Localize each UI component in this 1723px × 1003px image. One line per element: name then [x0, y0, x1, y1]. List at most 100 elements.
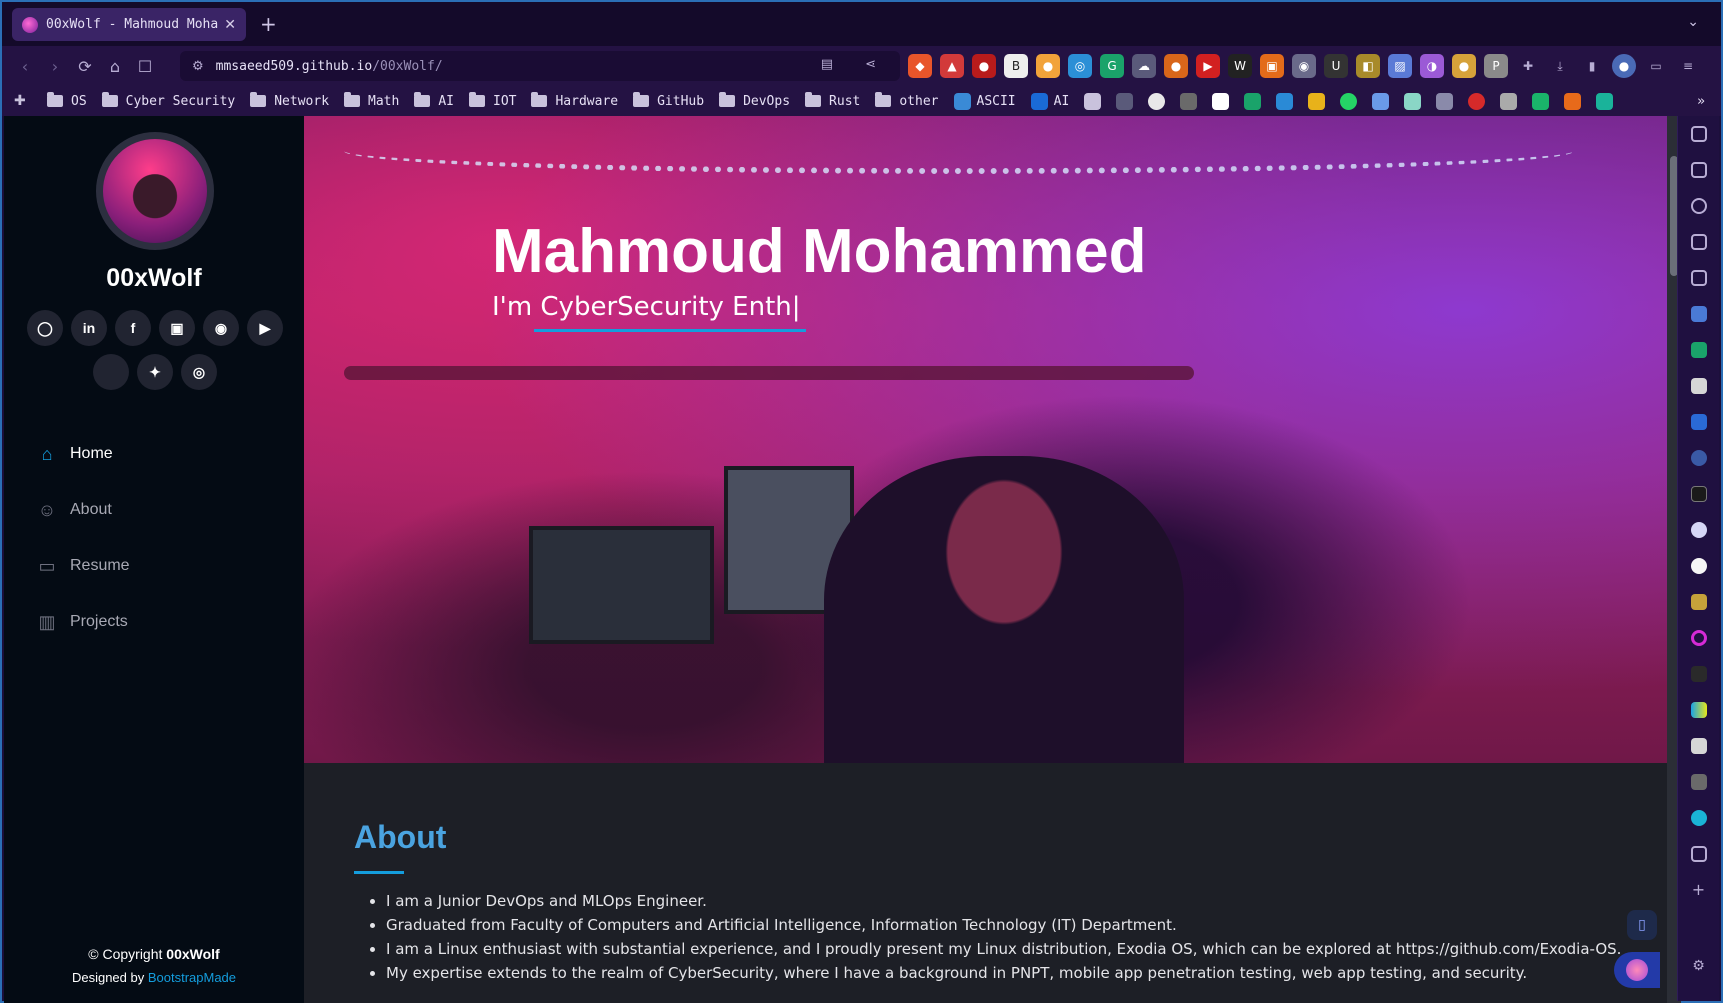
extension-icon[interactable]: ●	[1164, 54, 1188, 78]
grammarly-icon[interactable]: G	[1100, 54, 1124, 78]
side-panel-icon[interactable]	[1690, 198, 1707, 214]
side-panel-icon[interactable]	[1690, 306, 1707, 322]
extension-icon[interactable]: ▣	[1260, 54, 1284, 78]
extension-icon[interactable]: ▶	[1196, 54, 1220, 78]
bookmark-icon[interactable]	[1244, 92, 1262, 110]
home-button[interactable]: ⌂	[100, 57, 130, 76]
address-bar[interactable]: ⚙ mmsaeed509.github.io /00xWolf/ ▤ ⋖	[180, 51, 900, 81]
amazon-icon[interactable]	[1212, 92, 1230, 110]
extension-icon[interactable]: ●	[972, 54, 996, 78]
bookmark-icon[interactable]	[1468, 92, 1486, 110]
bookmark-folder[interactable]: OS	[47, 92, 87, 109]
extensions-puzzle-icon[interactable]: ✚	[14, 93, 31, 110]
bookmark-folder[interactable]: Rust	[805, 92, 860, 109]
side-panel-icon[interactable]	[1690, 378, 1707, 394]
twitter-icon[interactable]: ✦	[137, 354, 173, 390]
extension-icon[interactable]: ◎	[1068, 54, 1092, 78]
sidebar-toggle-icon[interactable]: ▮	[1580, 54, 1604, 78]
bookmark-folder[interactable]: GitHub	[633, 92, 704, 109]
add-panel-icon[interactable]: +	[1691, 882, 1707, 898]
active-tab[interactable]: 00xWolf - Mahmoud Mohammed ✕	[12, 8, 246, 41]
settings-gear-icon[interactable]: ⚙	[1691, 958, 1707, 974]
bookmark-icon[interactable]	[1276, 92, 1294, 110]
extension-icon[interactable]: B	[1004, 54, 1028, 78]
bookmark-icon[interactable]	[1500, 92, 1518, 110]
profile-avatar[interactable]: ●	[1612, 54, 1636, 78]
extension-icon[interactable]: ◧	[1356, 54, 1380, 78]
bookmark-folder[interactable]: IOT	[469, 92, 516, 109]
bookmark-page-button[interactable]: ☐	[130, 57, 160, 76]
tab-close-icon[interactable]: ✕	[224, 17, 236, 33]
github-icon[interactable]: ◯	[27, 310, 63, 346]
side-panel-icon[interactable]	[1690, 450, 1707, 466]
bookmarks-panel-icon[interactable]	[1690, 234, 1707, 250]
bookmark-folder[interactable]: AI	[414, 92, 454, 109]
extension-icon[interactable]: P	[1484, 54, 1508, 78]
bookmark-icon[interactable]	[1436, 92, 1454, 110]
new-tab-button[interactable]: +	[260, 12, 277, 36]
blank-social-icon[interactable]	[93, 354, 129, 390]
side-panel-icon[interactable]	[1690, 594, 1707, 610]
address-bar-actions[interactable]: ▤ ⋖	[821, 57, 890, 72]
gitlab-icon[interactable]	[1564, 92, 1582, 110]
github-icon[interactable]	[1148, 92, 1166, 110]
ai-assistant-button[interactable]	[1614, 952, 1660, 988]
side-panel-icon[interactable]	[1690, 666, 1707, 682]
bookmark-icon[interactable]	[1180, 92, 1198, 110]
bookmark-icon[interactable]	[1116, 92, 1134, 110]
reddit-icon[interactable]: ◉	[203, 310, 239, 346]
extension-icon[interactable]: W	[1228, 54, 1252, 78]
extension-icon[interactable]: ●	[1036, 54, 1060, 78]
side-panel-icon[interactable]	[1690, 126, 1707, 142]
extension-icon[interactable]: U	[1324, 54, 1348, 78]
back-button[interactable]: ‹	[10, 57, 40, 76]
side-panel-icon[interactable]	[1690, 774, 1707, 790]
side-panel-icon[interactable]	[1690, 738, 1707, 754]
bookmark-icon[interactable]	[1084, 92, 1102, 110]
cookie-icon[interactable]: ●	[1452, 54, 1476, 78]
bookmark-folder[interactable]: other	[875, 92, 939, 109]
site-info-icon[interactable]: ⚙	[192, 59, 204, 74]
reading-list-icon[interactable]	[1690, 270, 1707, 286]
side-panel-icon[interactable]	[1690, 810, 1707, 826]
side-panel-icon[interactable]	[1690, 702, 1707, 718]
extension-icon[interactable]: ▨	[1388, 54, 1412, 78]
bookmark-folder[interactable]: Hardware	[531, 92, 618, 109]
brave-shields-icon[interactable]: ◆	[908, 54, 932, 78]
camera-icon[interactable]: ◉	[1292, 54, 1316, 78]
nav-about[interactable]: ☺ About	[36, 482, 130, 538]
extension-icon[interactable]: ☁	[1132, 54, 1156, 78]
tab-list-chevron-icon[interactable]: ⌄	[1687, 14, 1699, 30]
gemini-icon[interactable]	[1372, 92, 1390, 110]
wallet-icon[interactable]: ▭	[1644, 54, 1668, 78]
google-drive-icon[interactable]	[1308, 92, 1326, 110]
side-panel-icon[interactable]	[1690, 630, 1707, 646]
bookmark-link[interactable]: AI	[1030, 92, 1069, 110]
download-icon[interactable]: ⤓	[1548, 54, 1572, 78]
bookmark-folder[interactable]: DevOps	[719, 92, 790, 109]
nav-resume[interactable]: ▭ Resume	[36, 538, 129, 594]
bookmark-icon[interactable]	[1532, 92, 1550, 110]
linkedin-icon[interactable]: in	[71, 310, 107, 346]
site-brand[interactable]: 00xWolf	[4, 264, 304, 293]
side-panel-icon[interactable]	[1690, 486, 1707, 502]
youtube-icon[interactable]: ▶	[247, 310, 283, 346]
reload-button[interactable]: ⟳	[70, 57, 100, 76]
chatgpt-icon[interactable]	[1690, 558, 1707, 574]
extensions-puzzle-icon[interactable]: ✚	[1516, 54, 1540, 78]
discord-icon[interactable]: ▣	[159, 310, 195, 346]
bookmark-icon[interactable]	[1596, 92, 1614, 110]
side-panel-icon[interactable]	[1690, 342, 1707, 358]
bootstrapmade-link[interactable]: BootstrapMade	[148, 970, 236, 985]
reader-mode-icon[interactable]: ▯	[1627, 910, 1657, 940]
bookmark-folder[interactable]: Cyber Security	[101, 92, 235, 109]
nav-home[interactable]: ⌂ Home	[36, 426, 130, 482]
bookmark-folder[interactable]: Math	[344, 92, 399, 109]
nav-projects[interactable]: ▥ Projects	[36, 594, 130, 650]
facebook-icon[interactable]: f	[115, 310, 151, 346]
whatsapp-icon[interactable]	[1340, 92, 1358, 110]
menu-icon[interactable]: ≡	[1676, 54, 1700, 78]
side-panel-icon[interactable]	[1690, 846, 1707, 862]
translate-icon[interactable]	[1690, 414, 1707, 430]
bookmark-folder[interactable]: Network	[250, 92, 329, 109]
